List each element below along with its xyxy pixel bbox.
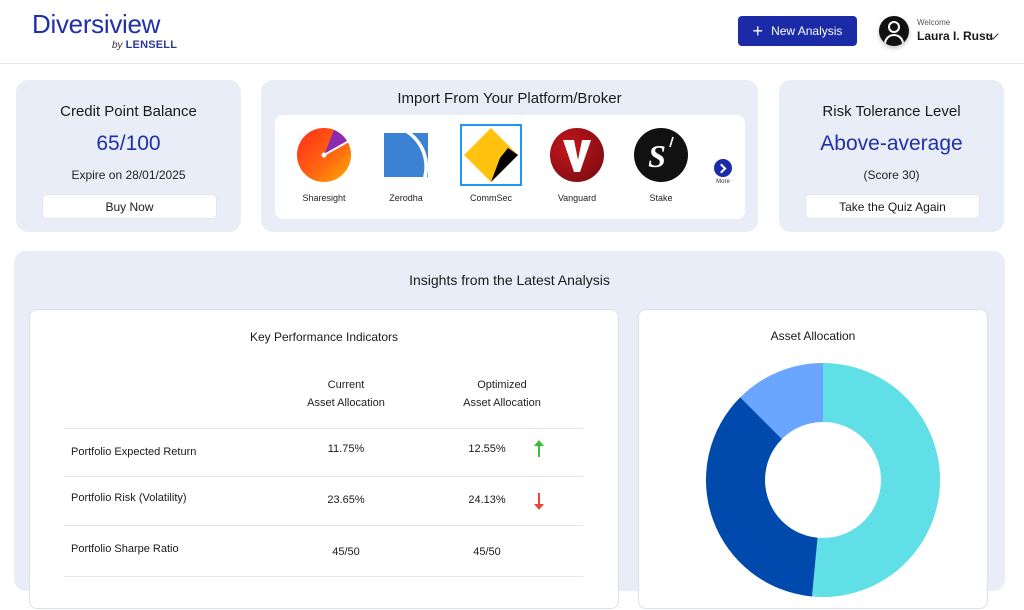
top-header: Diversiview by LENSELL + New Analysis We… bbox=[0, 0, 1024, 64]
table-row: Portfolio Sharpe Ratio 45/50 45/50 bbox=[64, 525, 583, 574]
kpi-optimized-value: 24.13% bbox=[468, 494, 506, 506]
risk-value: Above-average bbox=[820, 132, 963, 155]
brand-byline: by LENSELL bbox=[112, 39, 177, 51]
broker-label: Vanguard bbox=[557, 193, 597, 203]
donut-slice-1[interactable] bbox=[811, 363, 940, 597]
broker-commsec[interactable]: CommSec bbox=[456, 124, 526, 203]
welcome-label: Welcome bbox=[917, 18, 951, 27]
user-menu[interactable]: Welcome Laura I. Rusu bbox=[879, 16, 1009, 48]
import-broker-card: Import From Your Platform/Broker Sharesi… bbox=[261, 80, 758, 232]
asset-allocation-panel: Asset Allocation bbox=[638, 309, 988, 609]
sharesight-logo-icon bbox=[296, 127, 352, 183]
table-row: Portfolio Risk (Volatility) 23.65% 24.13… bbox=[64, 476, 583, 525]
brand-company: LENSELL bbox=[125, 39, 178, 51]
broker-label: Stake bbox=[649, 193, 673, 203]
kpi-name: Portfolio Risk (Volatility) bbox=[71, 492, 187, 504]
col-header-optimized: Optimized Asset Allocation bbox=[463, 379, 541, 409]
broker-label: Zerodha bbox=[389, 193, 423, 203]
brand-by: by bbox=[112, 40, 123, 51]
broker-sharesight[interactable]: Sharesight bbox=[289, 127, 359, 203]
svg-text:S: S bbox=[648, 138, 666, 174]
plus-icon: + bbox=[752, 21, 764, 41]
risk-tolerance-card: Risk Tolerance Level Above-average (Scor… bbox=[779, 80, 1004, 232]
risk-title: Risk Tolerance Level bbox=[822, 103, 961, 120]
insights-section: Insights from the Latest Analysis Key Pe… bbox=[14, 251, 1005, 609]
broker-list: Sharesight Zerodha CommSec Vanguard S St… bbox=[275, 115, 745, 219]
chevron-right-icon bbox=[714, 159, 732, 177]
kpi-current-value: 23.65% bbox=[327, 494, 365, 506]
commsec-logo-icon bbox=[460, 124, 522, 186]
kpi-optimized-value: 45/50 bbox=[473, 546, 501, 558]
broker-label: Sharesight bbox=[302, 193, 346, 203]
broker-vanguard[interactable]: Vanguard bbox=[542, 127, 612, 203]
col-header-current: Current Asset Allocation bbox=[307, 379, 385, 409]
kpi-name: Portfolio Expected Return bbox=[71, 446, 197, 458]
stake-logo-icon: S bbox=[633, 127, 689, 183]
broker-stake[interactable]: S Stake bbox=[626, 127, 696, 203]
username: Laura I. Rusu bbox=[917, 29, 994, 43]
kpi-current-value: 45/50 bbox=[332, 546, 360, 558]
kpi-current-value: 11.75% bbox=[327, 443, 365, 455]
avatar-icon bbox=[879, 16, 909, 46]
asset-allocation-donut-chart bbox=[706, 363, 940, 597]
take-quiz-button[interactable]: Take the Quiz Again bbox=[805, 194, 980, 219]
kpi-title: Key Performance Indicators bbox=[249, 330, 399, 344]
credit-expiry: Expire on 28/01/2025 bbox=[71, 168, 186, 182]
arrow-down-icon bbox=[534, 493, 544, 510]
broker-zerodha[interactable]: Zerodha bbox=[371, 127, 441, 203]
arrow-up-icon bbox=[534, 440, 544, 457]
kpi-optimized-value: 12.55% bbox=[468, 443, 506, 455]
insights-title: Insights from the Latest Analysis bbox=[409, 272, 610, 288]
kpi-name: Portfolio Sharpe Ratio bbox=[71, 543, 179, 555]
more-brokers-button[interactable]: More bbox=[713, 159, 733, 185]
import-title: Import From Your Platform/Broker bbox=[397, 90, 622, 107]
vanguard-logo-icon bbox=[549, 127, 605, 183]
table-row-divider bbox=[64, 576, 583, 577]
buy-now-button[interactable]: Buy Now bbox=[42, 194, 217, 219]
credit-title: Credit Point Balance bbox=[60, 103, 197, 120]
new-analysis-label: New Analysis bbox=[771, 24, 843, 38]
new-analysis-button[interactable]: + New Analysis bbox=[738, 16, 857, 46]
brand-logo[interactable]: Diversiview by LENSELL bbox=[32, 9, 177, 51]
donut-slice-2[interactable] bbox=[706, 397, 818, 597]
brand-name: Diversiview bbox=[32, 9, 161, 39]
zerodha-logo-icon bbox=[378, 127, 434, 183]
table-row: Portfolio Expected Return 11.75% 12.55% bbox=[64, 428, 583, 477]
credit-value: 65/100 bbox=[96, 132, 161, 155]
kpi-panel: Key Performance Indicators Current Asset… bbox=[29, 309, 619, 609]
risk-score: (Score 30) bbox=[863, 168, 920, 182]
more-label: More bbox=[716, 179, 730, 185]
credit-balance-card: Credit Point Balance 65/100 Expire on 28… bbox=[16, 80, 241, 232]
broker-label: CommSec bbox=[469, 193, 512, 203]
